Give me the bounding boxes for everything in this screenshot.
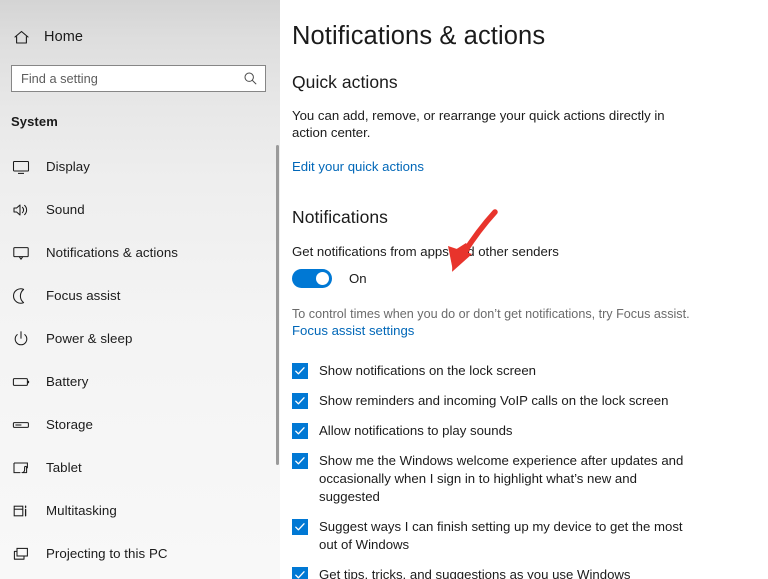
sidebar-item-tablet[interactable]: Tablet <box>0 446 280 489</box>
sidebar-home-label: Home <box>44 29 84 45</box>
checkbox-row[interactable]: Suggest ways I can finish setting up my … <box>292 518 768 554</box>
sidebar-item-label: Power & sleep <box>46 331 133 346</box>
quick-actions-heading: Quick actions <box>292 72 398 92</box>
monitor-icon <box>11 157 30 176</box>
sidebar-item-focus-assist[interactable]: Focus assist <box>0 274 280 317</box>
quick-actions-description: You can add, remove, or rearrange your q… <box>292 108 665 140</box>
checkbox-label: Show me the Windows welcome experience a… <box>319 453 684 504</box>
search-icon[interactable] <box>243 71 258 86</box>
focus-assist-settings-link[interactable]: Focus assist settings <box>292 323 414 338</box>
checkbox-tips-tricks[interactable] <box>292 567 308 579</box>
checkbox-row[interactable]: Get tips, tricks, and suggestions as you… <box>292 566 768 579</box>
sidebar: Home System Display <box>0 0 280 579</box>
checkbox-play-sounds[interactable] <box>292 423 308 439</box>
checkbox-welcome-experience[interactable] <box>292 453 308 469</box>
toggle-state-label: On <box>349 271 367 286</box>
sidebar-item-label: Storage <box>46 417 93 432</box>
projecting-icon <box>11 544 30 563</box>
sidebar-item-display[interactable]: Display <box>0 145 280 188</box>
notifications-toggle-caption: Get notifications from apps and other se… <box>292 244 559 259</box>
notification-icon <box>11 243 30 262</box>
sidebar-item-multitasking[interactable]: Multitasking <box>0 489 280 532</box>
checkbox-row[interactable]: Show notifications on the lock screen <box>292 362 768 380</box>
checkbox-row[interactable]: Show me the Windows welcome experience a… <box>292 452 768 506</box>
sidebar-item-battery[interactable]: Battery <box>0 360 280 403</box>
speaker-icon <box>11 200 30 219</box>
home-icon <box>13 29 30 46</box>
sidebar-item-label: Sound <box>46 202 85 217</box>
sidebar-section-title: System <box>11 114 58 129</box>
sidebar-item-notifications-and-actions[interactable]: Notifications & actions <box>0 231 280 274</box>
checkbox-row[interactable]: Allow notifications to play sounds <box>292 422 768 440</box>
sidebar-item-storage[interactable]: Storage <box>0 403 280 446</box>
notifications-heading: Notifications <box>292 207 388 227</box>
multitasking-icon <box>11 501 30 520</box>
sidebar-scrollbar[interactable] <box>276 145 279 465</box>
sidebar-item-label: Tablet <box>46 460 82 475</box>
checkbox-reminders-voip[interactable] <box>292 393 308 409</box>
notifications-toggle[interactable] <box>292 269 332 288</box>
settings-window: Home System Display <box>0 0 768 579</box>
sidebar-item-power-and-sleep[interactable]: Power & sleep <box>0 317 280 360</box>
sidebar-item-projecting-to-this-pc[interactable]: Projecting to this PC <box>0 532 280 575</box>
search-input[interactable] <box>12 66 265 91</box>
sidebar-item-sound[interactable]: Sound <box>0 188 280 231</box>
storage-icon <box>11 415 30 434</box>
search-box[interactable] <box>11 65 266 92</box>
checkbox-label: Get tips, tricks, and suggestions as you… <box>319 567 631 579</box>
sidebar-item-label: Multitasking <box>46 503 117 518</box>
moon-icon <box>11 286 30 305</box>
sidebar-item-label: Display <box>46 159 90 174</box>
toggle-knob <box>316 272 329 285</box>
sidebar-item-label: Battery <box>46 374 89 389</box>
sidebar-item-home[interactable]: Home <box>0 22 280 52</box>
tablet-icon <box>11 458 30 477</box>
checkbox-label: Allow notifications to play sounds <box>319 423 513 438</box>
checkbox-label: Show reminders and incoming VoIP calls o… <box>319 393 669 408</box>
battery-icon <box>11 372 30 391</box>
power-icon <box>11 329 30 348</box>
checkbox-label: Show notifications on the lock screen <box>319 363 536 378</box>
sidebar-item-label: Notifications & actions <box>46 245 178 260</box>
checkbox-label: Suggest ways I can finish setting up my … <box>319 519 683 552</box>
sidebar-item-label: Projecting to this PC <box>46 546 168 561</box>
checkbox-lock-screen-notifications[interactable] <box>292 363 308 379</box>
notifications-toggle-row: On <box>292 269 768 288</box>
notification-checkbox-list: Show notifications on the lock screen Sh… <box>292 362 768 579</box>
focus-assist-note: To control times when you do or don’t ge… <box>292 307 690 321</box>
sidebar-nav-list: Display Sound Notifications & actions Fo… <box>0 145 280 575</box>
checkbox-suggest-setup[interactable] <box>292 519 308 535</box>
sidebar-item-label: Focus assist <box>46 288 121 303</box>
edit-quick-actions-link[interactable]: Edit your quick actions <box>292 159 424 174</box>
main-content: Notifications & actions Quick actions Yo… <box>280 0 768 579</box>
page-title: Notifications & actions <box>292 22 546 50</box>
checkbox-row[interactable]: Show reminders and incoming VoIP calls o… <box>292 392 768 410</box>
